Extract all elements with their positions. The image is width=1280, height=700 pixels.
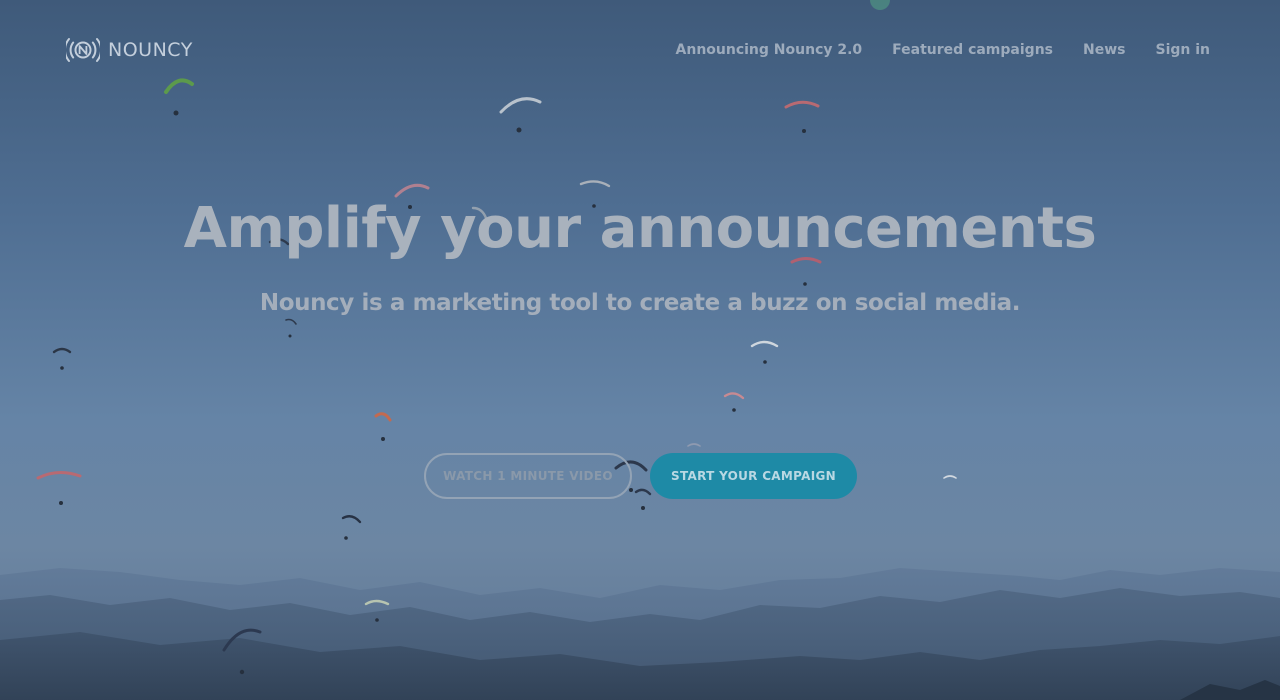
hero-section: NOUNCY Announcing Nouncy 2.0 Featured ca… [0,0,1280,700]
cta-group: WATCH 1 MINUTE VIDEO START YOUR CAMPAIGN [424,453,857,499]
brand-logo[interactable]: NOUNCY [66,34,193,66]
watch-video-button[interactable]: WATCH 1 MINUTE VIDEO [424,453,632,499]
nav-link-featured-campaigns[interactable]: Featured campaigns [892,42,1053,58]
brand-name: NOUNCY [108,39,193,61]
nav-link-announcing[interactable]: Announcing Nouncy 2.0 [676,42,863,58]
hero-headline: Amplify your announcements [183,196,1097,261]
background-image [0,0,1280,700]
hero-subheadline: Nouncy is a marketing tool to create a b… [259,290,1021,316]
start-campaign-button[interactable]: START YOUR CAMPAIGN [650,453,857,499]
signal-n-icon [66,38,100,62]
mountains [0,568,1280,700]
nav-link-news[interactable]: News [1083,42,1125,58]
nav-links: Announcing Nouncy 2.0 Featured campaigns… [676,42,1210,58]
top-navigation: NOUNCY Announcing Nouncy 2.0 Featured ca… [0,0,1280,100]
paragliders [36,78,957,652]
nav-link-sign-in[interactable]: Sign in [1155,42,1210,58]
